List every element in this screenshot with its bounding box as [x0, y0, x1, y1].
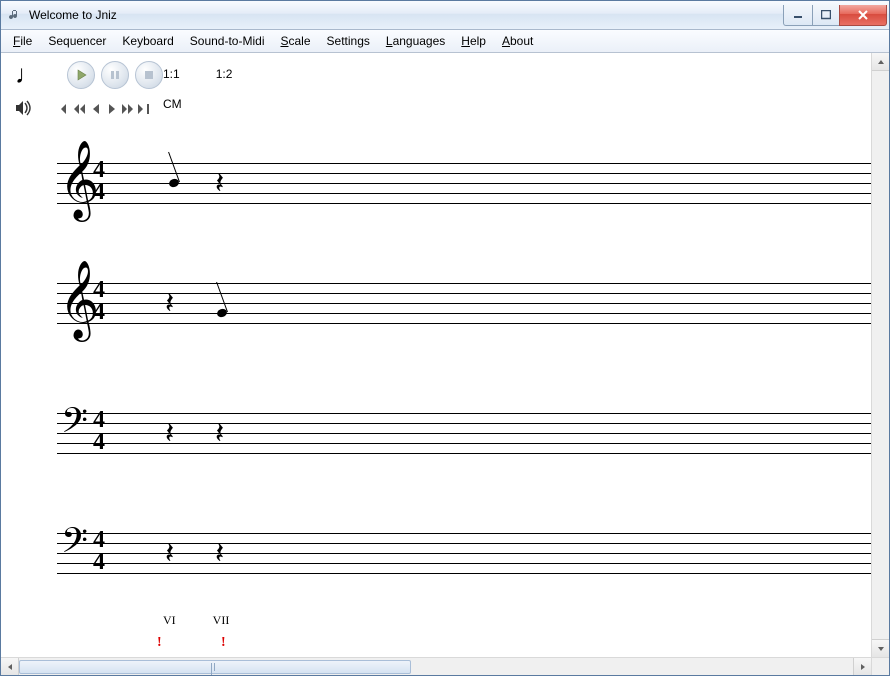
menu-settings[interactable]: Settings	[319, 31, 378, 51]
minimize-button[interactable]	[783, 5, 813, 26]
vertical-scrollbar[interactable]	[871, 53, 889, 657]
scroll-thumb[interactable]	[19, 660, 411, 674]
client-area: ♩	[1, 53, 889, 675]
scroll-right-button[interactable]	[853, 658, 871, 675]
menu-scale[interactable]: Scale	[272, 31, 318, 51]
quarter-rest-icon[interactable]: 𝄽	[215, 169, 224, 199]
play-button[interactable]	[67, 61, 95, 89]
menu-keyboard[interactable]: Keyboard	[114, 31, 181, 51]
staff-3[interactable]: 𝄢 44 𝄽 𝄽	[57, 413, 872, 453]
menu-help[interactable]: Help	[453, 31, 494, 51]
hscroll-row	[1, 657, 889, 675]
quarter-rest-icon[interactable]: 𝄽	[215, 419, 224, 449]
bass-clef-icon: 𝄢	[61, 405, 88, 447]
bass-clef-icon: 𝄢	[61, 525, 88, 567]
error-mark: !	[157, 635, 162, 651]
transport-toolbar: ♩	[15, 63, 163, 121]
step-back-button[interactable]	[89, 102, 103, 116]
menu-languages[interactable]: Languages	[378, 31, 453, 51]
menu-sound-to-midi[interactable]: Sound-to-Midi	[182, 31, 273, 51]
time-signature: 44	[93, 159, 105, 203]
quarter-rest-icon[interactable]: 𝄽	[165, 419, 174, 449]
score-canvas[interactable]: ♩	[1, 53, 872, 657]
staff-1[interactable]: 𝄞 44 𝄽	[57, 163, 872, 203]
maximize-button[interactable]	[812, 5, 840, 26]
app-window: Welcome to Jniz File Sequencer Keyboard …	[0, 0, 890, 676]
menubar: File Sequencer Keyboard Sound-to-Midi Sc…	[1, 30, 889, 53]
beat-label-1: 1:1	[163, 67, 180, 81]
error-mark: !	[221, 635, 226, 651]
menu-sequencer[interactable]: Sequencer	[40, 31, 114, 51]
menu-about[interactable]: About	[494, 31, 541, 51]
time-signature: 44	[93, 409, 105, 453]
scroll-up-button[interactable]	[872, 53, 889, 71]
horizontal-scrollbar[interactable]	[1, 657, 871, 675]
forward-end-button[interactable]	[137, 102, 151, 116]
step-fwd-button[interactable]	[105, 102, 119, 116]
note-value-icon[interactable]: ♩	[15, 62, 41, 88]
rewind-start-button[interactable]	[57, 102, 71, 116]
canvas-wrap: ♩	[1, 53, 889, 657]
app-icon	[7, 7, 23, 23]
transport-nav	[57, 102, 151, 116]
quarter-rest-icon[interactable]: 𝄽	[215, 539, 224, 569]
key-label: CM	[163, 97, 232, 111]
rewind-button[interactable]	[73, 102, 87, 116]
time-signature: 44	[93, 279, 105, 323]
roman-numeral: VII	[213, 613, 230, 628]
scroll-left-button[interactable]	[1, 658, 19, 675]
pause-button[interactable]	[101, 61, 129, 89]
beat-label-2: 1:2	[216, 67, 233, 81]
scroll-track[interactable]	[19, 658, 853, 675]
scroll-down-button[interactable]	[872, 639, 889, 657]
window-buttons	[784, 5, 887, 25]
scroll-corner	[871, 657, 889, 675]
volume-icon[interactable]	[15, 100, 35, 119]
stop-button[interactable]	[135, 61, 163, 89]
staff-2[interactable]: 𝄞 44 𝄽	[57, 283, 872, 323]
quarter-rest-icon[interactable]: 𝄽	[165, 289, 174, 319]
roman-numeral: VI	[163, 613, 176, 628]
scroll-track[interactable]	[872, 71, 889, 639]
roman-analysis: VI VII	[163, 613, 229, 628]
menu-file[interactable]: File	[5, 31, 40, 51]
close-button[interactable]	[839, 5, 887, 26]
forward-button[interactable]	[121, 102, 135, 116]
position-labels: 1:1 1:2 CM	[163, 67, 232, 111]
quarter-rest-icon[interactable]: 𝄽	[165, 539, 174, 569]
window-title: Welcome to Jniz	[29, 8, 784, 22]
titlebar: Welcome to Jniz	[1, 1, 889, 30]
staff-4[interactable]: 𝄢 44 𝄽 𝄽	[57, 533, 872, 573]
time-signature: 44	[93, 529, 105, 573]
